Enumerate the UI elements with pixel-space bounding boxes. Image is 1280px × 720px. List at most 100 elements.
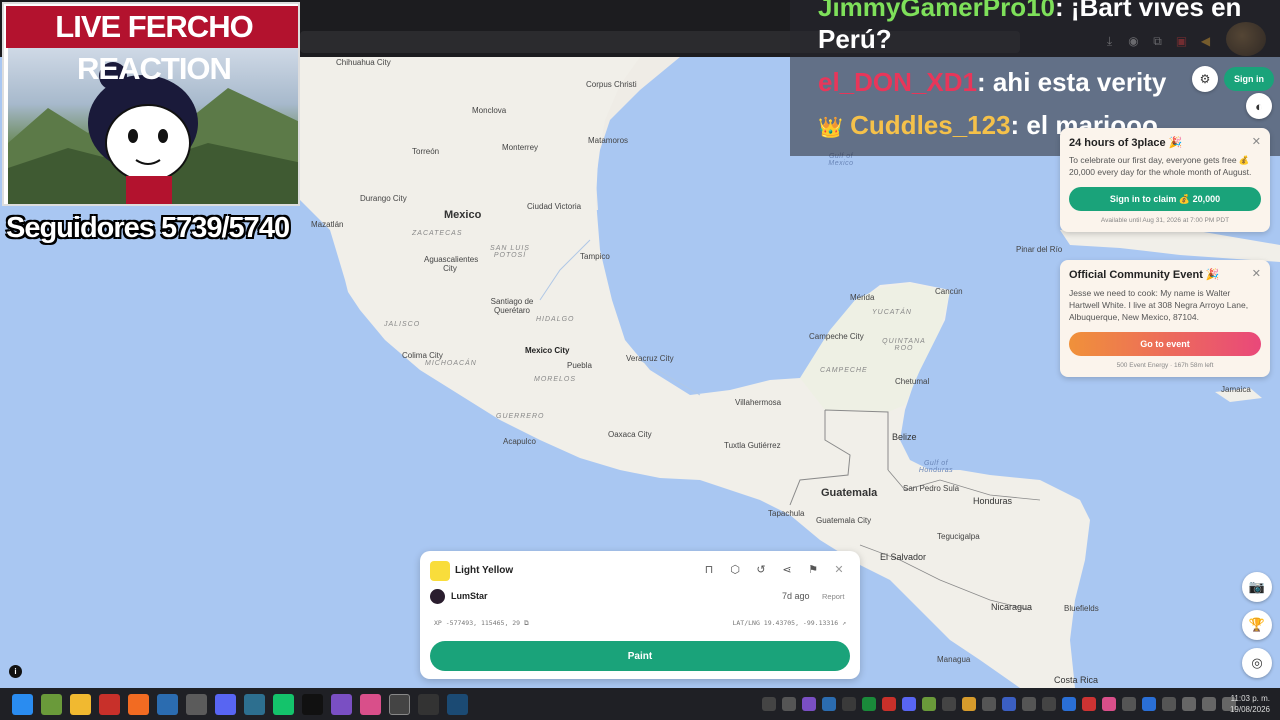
taskbar-clock[interactable]: 11:03 p. m. 19/08/2026 xyxy=(1230,693,1270,715)
tray-icon[interactable] xyxy=(1022,697,1036,711)
event-title: Official Community Event 🎉 xyxy=(1069,269,1220,281)
map-label: Bluefields xyxy=(1064,604,1099,613)
avatar xyxy=(430,589,445,604)
map-label: MORELOS xyxy=(534,376,577,383)
chat-message: JimmyGamerPro10: ¡Bart vives en xyxy=(818,0,1241,23)
map-label: Acapulco xyxy=(503,437,536,446)
copy-icon[interactable]: ⧉ xyxy=(524,619,529,627)
tray-icon[interactable] xyxy=(1142,697,1156,711)
map-label: Tegucigalpa xyxy=(937,532,980,541)
app-icon[interactable] xyxy=(99,694,120,715)
map-label: Torreón xyxy=(412,147,440,156)
settings-icon[interactable] xyxy=(186,694,207,715)
app-icon[interactable] xyxy=(331,694,352,715)
tray-icon[interactable] xyxy=(902,697,916,711)
tray-icon[interactable] xyxy=(942,697,956,711)
chat-text: : ahi esta verity xyxy=(976,67,1167,97)
vscode-icon[interactable] xyxy=(157,694,178,715)
panel-actions: ⊓ ⬡ ↺ ⋖ ⚑ ✕ xyxy=(702,563,846,576)
map-label: Guatemala City xyxy=(816,516,872,525)
followers-counter: Seguidores 5739/5740 xyxy=(6,212,290,244)
paint-time: 7d ago xyxy=(782,591,810,601)
tray-icon[interactable] xyxy=(842,697,856,711)
app-icon[interactable] xyxy=(273,694,294,715)
info-icon[interactable]: i xyxy=(9,665,22,678)
tray-icon[interactable] xyxy=(1082,697,1096,711)
external-link-icon[interactable]: ↗ xyxy=(842,619,846,627)
history-icon[interactable]: ↺ xyxy=(754,563,768,576)
bluetooth-icon[interactable] xyxy=(1062,697,1076,711)
sign-in-button[interactable]: Sign in xyxy=(1224,67,1274,91)
go-to-event-button[interactable]: Go to event xyxy=(1069,332,1261,356)
close-icon[interactable]: ✕ xyxy=(1252,267,1261,280)
stream-webcam-overlay: LIVE FERCHO REACTION xyxy=(2,2,300,206)
windows-taskbar: 11:03 p. m. 19/08/2026 xyxy=(0,688,1280,720)
firefox-icon[interactable] xyxy=(128,694,149,715)
report-link[interactable]: Report xyxy=(822,592,845,601)
event-footer: 500 Event Energy · 167h 58m left xyxy=(1116,362,1214,369)
locate-icon[interactable]: ◎ xyxy=(1242,648,1272,678)
map-label: Honduras xyxy=(973,496,1013,506)
tray-icon[interactable] xyxy=(822,697,836,711)
tray-icon[interactable] xyxy=(862,697,876,711)
steam-icon[interactable] xyxy=(447,694,468,715)
map-label: Mazatlán xyxy=(311,220,344,229)
system-tray xyxy=(762,697,1236,711)
microphone-icon[interactable] xyxy=(1202,697,1216,711)
map-label: Belize xyxy=(892,432,917,442)
clock-date: 19/08/2026 xyxy=(1229,705,1270,714)
flag-icon[interactable]: ⚑ xyxy=(806,563,820,576)
cube-icon[interactable]: ⬡ xyxy=(728,563,742,576)
color-swatch xyxy=(430,561,450,581)
file-explorer-icon[interactable] xyxy=(70,694,91,715)
claim-button[interactable]: Sign in to claim 💰 20,000 xyxy=(1069,187,1261,211)
tray-icon[interactable] xyxy=(782,697,796,711)
tray-icon[interactable] xyxy=(1102,697,1116,711)
map-label: Costa Rica xyxy=(1054,675,1099,685)
map-label: Aguascalientes City xyxy=(424,255,479,273)
camera-icon[interactable]: 📷 xyxy=(1242,572,1272,602)
close-icon[interactable]: ✕ xyxy=(1252,135,1261,148)
tray-icon[interactable] xyxy=(1122,697,1136,711)
bookmark-icon[interactable]: ⊓ xyxy=(702,563,716,576)
theme-toggle-icon[interactable]: ◐ xyxy=(1246,93,1272,119)
map-label: Mexico xyxy=(444,209,482,221)
app-icon[interactable] xyxy=(360,694,381,715)
map-label: El Salvador xyxy=(880,552,927,562)
browser-icon[interactable] xyxy=(389,694,410,715)
chevron-up-icon[interactable] xyxy=(762,697,776,711)
wifi-icon[interactable] xyxy=(1182,697,1196,711)
map-label: Cancún xyxy=(935,287,963,296)
tray-icon[interactable] xyxy=(982,697,996,711)
event-body: Jesse we need to cook: My name is Walter… xyxy=(1069,288,1249,322)
trophy-icon[interactable]: 🏆 xyxy=(1242,610,1272,640)
discord-icon[interactable] xyxy=(215,694,236,715)
map-label: Tuxtla Gutiérrez xyxy=(724,441,781,450)
event-card: Official Community Event 🎉 ✕ Jesse we ne… xyxy=(1060,260,1270,377)
map-label: JALISCO xyxy=(384,321,421,328)
minecraft-icon[interactable] xyxy=(41,694,62,715)
tray-icon[interactable] xyxy=(802,697,816,711)
share-icon[interactable]: ⋖ xyxy=(780,563,794,576)
map-label: Tampico xyxy=(580,252,610,261)
tray-icon[interactable] xyxy=(922,697,936,711)
map-label: Mexico City xyxy=(525,346,570,355)
terminal-icon[interactable] xyxy=(418,694,439,715)
windows-start-icon[interactable] xyxy=(12,694,33,715)
map-label: Pinar del Río xyxy=(1016,245,1063,254)
gear-icon[interactable]: ⚙ xyxy=(1192,66,1218,92)
tray-icon[interactable] xyxy=(962,697,976,711)
tray-icon[interactable] xyxy=(1162,697,1176,711)
chat-message-continued: Perú? xyxy=(818,24,892,54)
app-icon[interactable] xyxy=(302,694,323,715)
tray-icon[interactable] xyxy=(882,697,896,711)
tray-icon[interactable] xyxy=(1042,697,1056,711)
map-label: Puebla xyxy=(567,361,592,370)
paint-button[interactable]: Paint xyxy=(430,641,850,671)
painter-username[interactable]: LumStar xyxy=(451,591,488,601)
tray-icon[interactable] xyxy=(1002,697,1016,711)
chat-message: el_DON_XD1: ahi esta verity xyxy=(818,67,1166,98)
close-icon[interactable]: ✕ xyxy=(832,563,846,576)
map-label: Durango City xyxy=(360,194,407,203)
app-icon[interactable] xyxy=(244,694,265,715)
